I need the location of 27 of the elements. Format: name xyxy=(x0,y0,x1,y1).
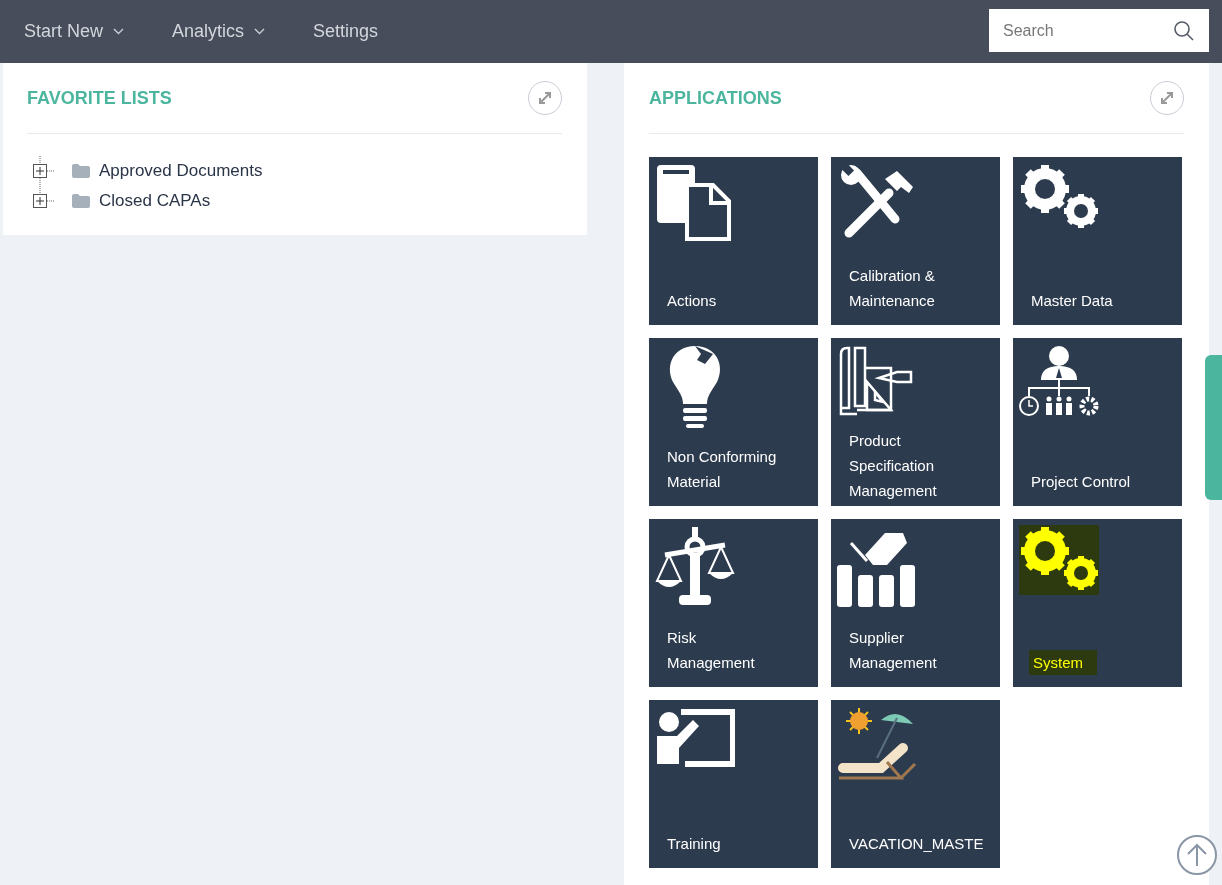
application-tile[interactable]: Non Conforming Material xyxy=(649,338,818,506)
application-tile[interactable]: Project Control xyxy=(1013,338,1182,506)
application-tile[interactable]: VACATION_MASTE xyxy=(831,700,1000,868)
folder-icon xyxy=(72,194,90,208)
tree-item-label[interactable]: Approved Documents xyxy=(99,161,263,181)
nav-menu-item[interactable]: Analytics xyxy=(172,21,266,42)
expand-button[interactable] xyxy=(528,81,562,115)
expand-button[interactable] xyxy=(1150,81,1184,115)
folder-icon xyxy=(72,164,90,178)
search-field[interactable]: Search xyxy=(989,9,1209,52)
application-tile[interactable]: Product Specification Management xyxy=(831,338,1000,506)
application-tile[interactable]: Supplier Management xyxy=(831,519,1000,687)
expand-icon xyxy=(538,91,552,105)
application-tile[interactable]: Training xyxy=(649,700,818,868)
application-tile[interactable]: Master Data xyxy=(1013,157,1182,325)
application-tile[interactable]: Risk Management xyxy=(649,519,818,687)
tree-item-label[interactable]: Closed CAPAs xyxy=(99,191,211,211)
expand-toggle-icon[interactable] xyxy=(32,156,56,186)
panel-title: APPLICATIONS xyxy=(649,87,782,109)
expand-icon xyxy=(1160,91,1174,105)
panel-title: FAVORITE LISTS xyxy=(27,87,172,109)
nav-menu-item[interactable]: Start New xyxy=(24,21,125,42)
nav-menu-item[interactable]: Settings xyxy=(313,21,379,42)
search-icon xyxy=(1173,20,1195,42)
application-tile[interactable]: Calibration & Maintenance xyxy=(831,157,1000,325)
application-tile[interactable]: System xyxy=(1013,519,1182,687)
application-tile[interactable]: Actions xyxy=(649,157,818,325)
